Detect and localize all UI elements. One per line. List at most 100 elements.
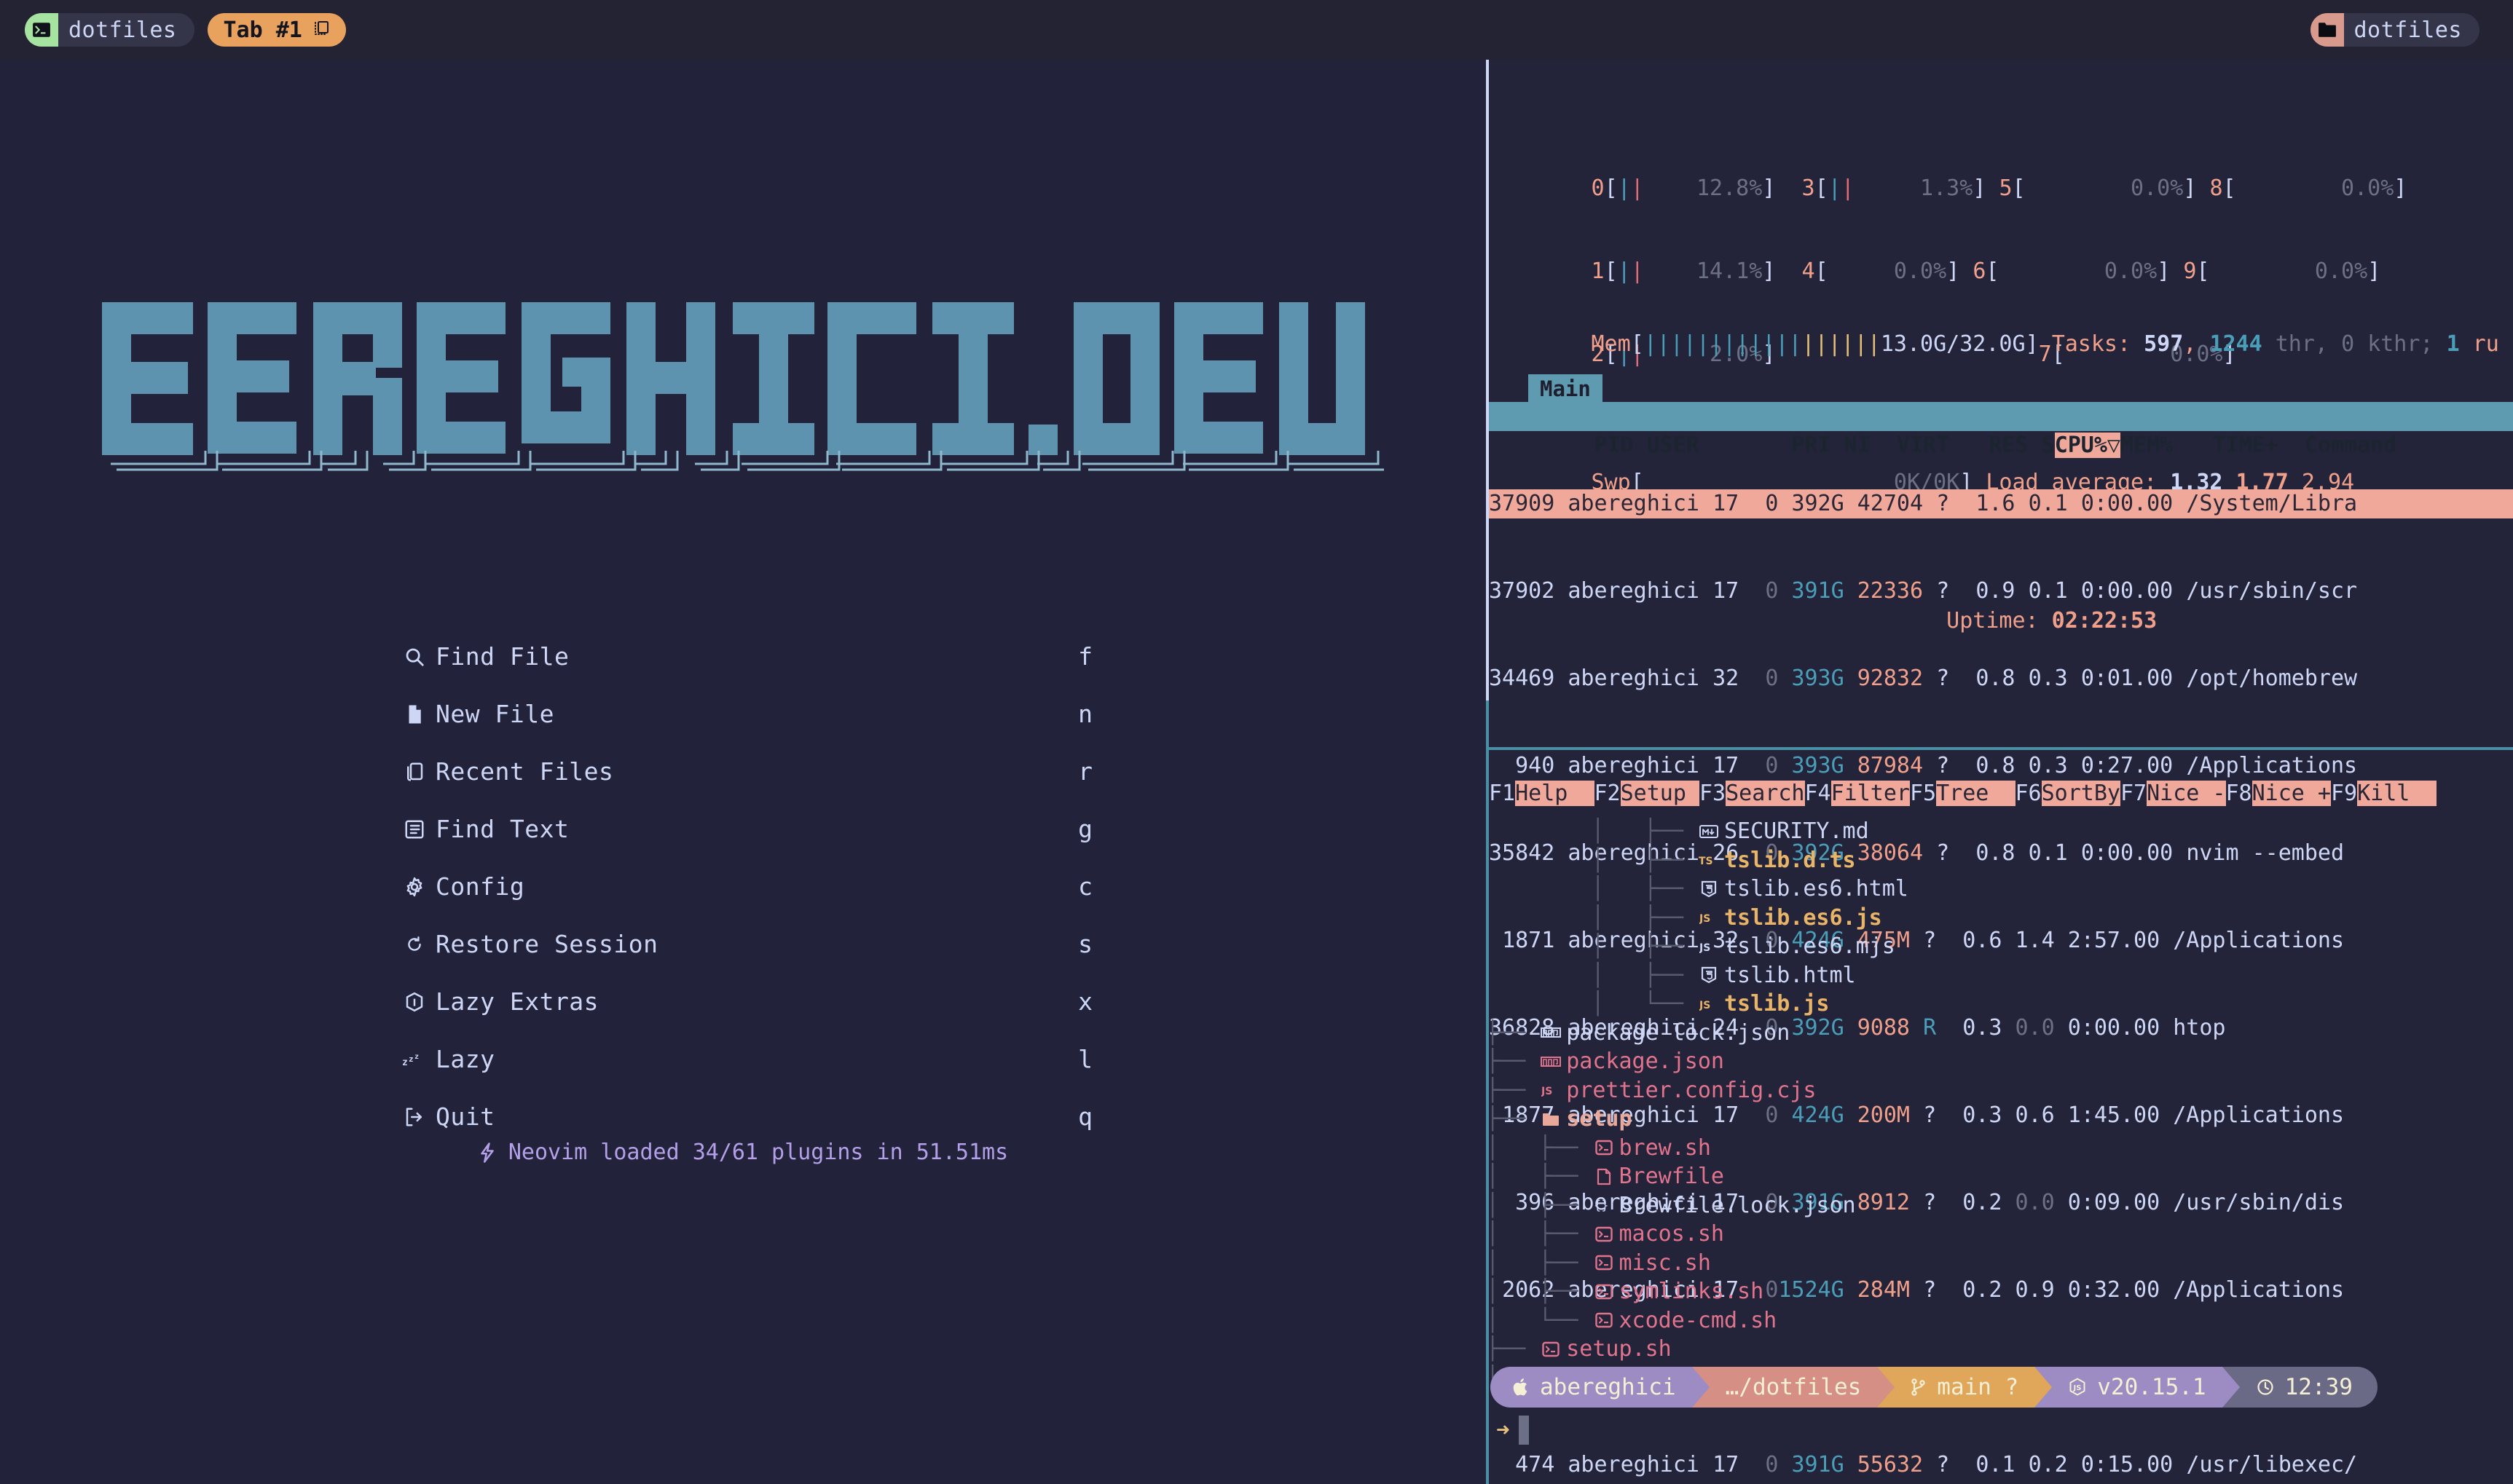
fkey-3-label[interactable]: Search	[1726, 781, 1804, 806]
fkey-1-label[interactable]: Help	[1515, 781, 1594, 806]
fkey-4-label[interactable]: Filter	[1831, 781, 1910, 806]
row-res: 42704	[1857, 491, 1923, 516]
ts-icon: TS	[1696, 853, 1721, 867]
fkey-9-key: F9	[2331, 781, 2357, 806]
row-virt: 393G	[1791, 666, 1844, 691]
tree-guide: ├──	[1486, 1076, 1538, 1105]
tab-1[interactable]: Tab #1	[208, 13, 346, 47]
folder-icon	[1538, 1112, 1563, 1126]
shell-icon	[1592, 1255, 1616, 1271]
menu-item-restore-session-key: s	[1042, 930, 1093, 958]
table-row[interactable]: 37909 abereghici 17 0 392G 42704 ? 1.6 0…	[1489, 489, 2513, 518]
folder-chip[interactable]: dotfiles	[2311, 13, 2480, 47]
prompt-arrow-icon: ➜	[1496, 1417, 1510, 1443]
cursor	[1519, 1416, 1529, 1445]
tree-item-label: tslib.es6.js	[1724, 904, 1882, 933]
tasks-label: Tasks:	[2052, 331, 2131, 357]
right-panel: 0[|| 12.8%] 3[|| 1.3%] 5[ 0.0%] 8[ 0.0%]…	[1486, 60, 2513, 1484]
htop-table-header: PID USER PRI NI VIRT RES SCPU%▽MEM% TIME…	[1489, 402, 2513, 431]
menu-item-lazy[interactable]: zzz Lazy l	[393, 1030, 1093, 1088]
search-icon	[393, 646, 436, 668]
fkey-9-label[interactable]: Kill	[2357, 781, 2436, 806]
menu-item-recent-files[interactable]: Recent Files r	[393, 743, 1093, 800]
tree-item[interactable]: │ ├── misc.sh	[1486, 1249, 2513, 1278]
tree-item[interactable]: │ ├── TStslib.d.ts	[1486, 846, 2513, 875]
svg-text:z: z	[409, 1054, 414, 1064]
apple-icon	[1512, 1377, 1530, 1397]
tasks-kthr: 0	[2341, 331, 2354, 357]
tree-item[interactable]: │ ├── brew.sh	[1486, 1134, 2513, 1163]
table-row[interactable]: 34469 abereghici 32 0 393G 92832 ? 0.8 0…	[1489, 664, 2513, 693]
js-icon: JS	[1538, 1083, 1563, 1097]
tree-item[interactable]: ├── package-lock.json	[1486, 1019, 2513, 1048]
fkey-5-label[interactable]: Tree	[1936, 781, 2015, 806]
tree-item[interactable]: │ └── JStslib.js	[1486, 990, 2513, 1019]
fkey-7-label[interactable]: Nice -	[2147, 781, 2225, 806]
menu-item-lazy-extras[interactable]: Lazy Extras x	[393, 973, 1093, 1030]
row-command: /Applications	[2186, 753, 2357, 778]
menu-item-new-file[interactable]: New File n	[393, 685, 1093, 743]
menu-item-restore-session[interactable]: Restore Session s	[393, 915, 1093, 973]
fkey-8-label[interactable]: Nice +	[2252, 781, 2331, 806]
tree-item[interactable]: ├── setup	[1486, 1105, 2513, 1134]
svg-text:JS: JS	[1699, 1000, 1710, 1011]
neovim-dashboard: Find File f New File n Recent Files r Fi…	[0, 60, 1486, 1484]
tree-item[interactable]: │ ├── macos.sh	[1486, 1220, 2513, 1249]
htop-tab-main[interactable]: Main	[1528, 374, 1602, 403]
row-time: 0:27.00	[2081, 753, 2173, 778]
npm-icon	[1538, 1026, 1563, 1039]
tree-guide: │ ├──	[1486, 1277, 1592, 1306]
status-separator-icon	[2222, 1367, 2240, 1408]
tree-item[interactable]: ├── JSprettier.config.cjs	[1486, 1076, 2513, 1105]
gear-icon	[393, 876, 436, 898]
tree-guide: │ ├──	[1486, 875, 1696, 904]
menu-item-find-file[interactable]: Find File f	[393, 628, 1093, 685]
fkey-2-label[interactable]: Setup	[1621, 781, 1699, 806]
tree-item[interactable]: │ ├── symlinks.sh	[1486, 1277, 2513, 1306]
tree-item[interactable]: │ ├── {}Brewfile.lock.json	[1486, 1191, 2513, 1220]
tree-item[interactable]: │ └── xcode-cmd.sh	[1486, 1306, 2513, 1335]
menu-item-config[interactable]: Config c	[393, 858, 1093, 915]
tree-guide: │ ├──	[1486, 1220, 1592, 1249]
row-pri: 17	[1712, 1452, 1739, 1477]
table-row[interactable]: 474 abereghici 17 0 391G 55632 ? 0.1 0.2…	[1489, 1451, 2513, 1480]
row-mem: 0.1	[2029, 578, 2068, 604]
menu-item-restore-session-label: Restore Session	[436, 930, 1042, 958]
html-icon	[1696, 880, 1721, 898]
menu-item-quit[interactable]: Quit q	[393, 1088, 1093, 1145]
tree-item[interactable]: │ ├── tslib.es6.html	[1486, 875, 2513, 904]
status-segment-3: JSv20.15.1	[2052, 1367, 2222, 1408]
tree-item[interactable]: ├── setup.sh	[1486, 1335, 2513, 1364]
tree-item[interactable]: │ ├── JStslib.es6.js	[1486, 904, 2513, 933]
tree-item[interactable]: ├── package.json	[1486, 1047, 2513, 1076]
tree-item-label: xcode-cmd.sh	[1619, 1306, 1777, 1335]
ascii-logo	[102, 289, 1384, 486]
tree-item[interactable]: │ ├── SECURITY.md	[1486, 817, 2513, 846]
session-chip[interactable]: dotfiles	[25, 13, 194, 47]
row-time: 0:15.00	[2081, 1452, 2173, 1477]
tree-item[interactable]: │ ├── tslib.html	[1486, 961, 2513, 990]
menu-item-find-text[interactable]: Find Text g	[393, 800, 1093, 858]
shell-icon	[1592, 1226, 1616, 1242]
row-pid: 37909	[1489, 491, 1554, 516]
row-ni: 0	[1765, 578, 1778, 604]
tree-item[interactable]: │ ├── JStslib.es6.mjs	[1486, 932, 2513, 961]
menu-item-quit-label: Quit	[436, 1102, 1042, 1131]
tree-item[interactable]: │ ├── Brewfile	[1486, 1162, 2513, 1191]
tree-guide: │ ├──	[1486, 817, 1696, 846]
fkey-8-key: F8	[2226, 781, 2252, 806]
table-row[interactable]: 940 abereghici 17 0 393G 87984 ? 0.8 0.3…	[1489, 751, 2513, 781]
row-pri: 32	[1712, 666, 1739, 691]
cpu-0-id: 0	[1592, 175, 1605, 201]
tab-1-label: Tab #1	[224, 17, 302, 43]
fkey-6-label[interactable]: SortBy	[2042, 781, 2120, 806]
mem-value: 13.0G/32.0G	[1881, 331, 2026, 357]
row-user: abereghici	[1568, 578, 1699, 604]
bolt-icon	[478, 1142, 497, 1164]
fkey-7-key: F7	[2120, 781, 2147, 806]
table-row[interactable]: 37902 abereghici 17 0 391G 22336 ? 0.9 0…	[1489, 577, 2513, 606]
shell-prompt[interactable]: ➜	[1496, 1416, 1529, 1445]
status-separator-icon	[1877, 1367, 1895, 1408]
exit-icon	[393, 1106, 436, 1128]
shell-icon	[1592, 1284, 1616, 1300]
